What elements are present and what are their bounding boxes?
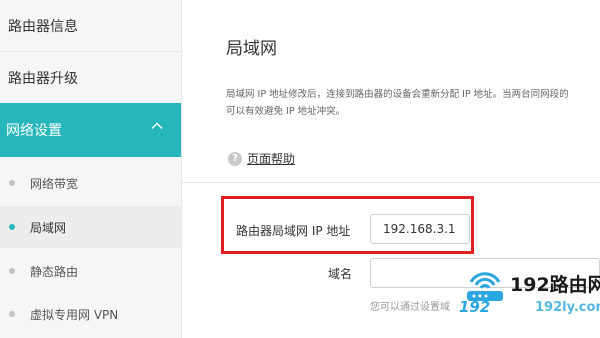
- sidebar-item-vpn[interactable]: 虚拟专用网 VPN: [0, 293, 181, 335]
- sidebar: 路由器信息 路由器升级 网络设置 网络带宽 局域网 静态路由 虚拟专用网 VPN: [0, 0, 182, 338]
- lan-ip-input[interactable]: 192.168.3.1: [370, 214, 470, 244]
- watermark-domain: 192: [459, 298, 491, 316]
- sidebar-section-network-settings[interactable]: 网络设置: [0, 103, 181, 157]
- wifi-router-logo-icon: [467, 272, 503, 301]
- domain-label: 域名: [328, 267, 353, 281]
- watermark-domain-full: 192ly.com: [535, 300, 600, 315]
- watermark: 192路由网 192 192ly.com: [459, 264, 600, 324]
- page-title: 局域网: [226, 39, 277, 59]
- sidebar-item-label: 虚拟专用网 VPN: [30, 307, 119, 322]
- sidebar-item-bandwidth[interactable]: 网络带宽: [0, 162, 181, 204]
- domain-hint: 您可以通过设置域: [370, 302, 450, 313]
- watermark-brand: 192路由网: [510, 274, 600, 296]
- chevron-up-icon: [151, 122, 163, 129]
- page-description: 局域网 IP 地址修改后，连接到路由器的设备会重新分配 IP 地址。当两台同网段…: [226, 86, 600, 120]
- sidebar-item-label: 网络带宽: [30, 176, 79, 191]
- description-line: 局域网 IP 地址修改后，连接到路由器的设备会重新分配 IP 地址。当两台同网段…: [226, 89, 569, 100]
- help-link-row[interactable]: ? 页面帮助: [228, 150, 295, 167]
- sidebar-item-router-info[interactable]: 路由器信息: [0, 0, 181, 52]
- sidebar-item-router-upgrade[interactable]: 路由器升级: [0, 52, 181, 104]
- description-line: 可以有效避免 IP 地址冲突。: [226, 106, 346, 117]
- help-link[interactable]: 页面帮助: [247, 150, 295, 167]
- sidebar-item-static-route[interactable]: 静态路由: [0, 250, 181, 292]
- bullet-dot-icon: [9, 311, 15, 317]
- sidebar-item-label: 静态路由: [30, 264, 79, 279]
- bullet-dot-icon: [9, 224, 15, 230]
- divider: [182, 182, 600, 183]
- sidebar-item-label: 路由器升级: [8, 70, 78, 87]
- sidebar-item-label: 路由器信息: [8, 18, 78, 35]
- bullet-dot-icon: [9, 180, 15, 186]
- sidebar-item-lan[interactable]: 局域网: [0, 206, 181, 248]
- sidebar-item-label: 局域网: [30, 220, 67, 235]
- question-icon: ?: [228, 151, 242, 166]
- lan-ip-label: 路由器局域网 IP 地址: [236, 224, 351, 238]
- bullet-dot-icon: [9, 268, 15, 274]
- sidebar-section-label: 网络设置: [6, 123, 62, 139]
